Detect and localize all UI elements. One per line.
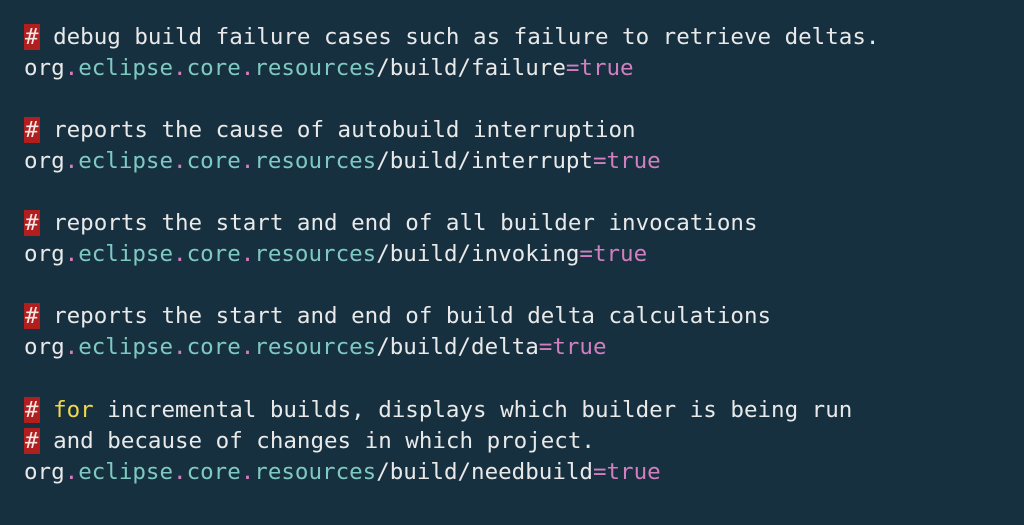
comment-hash: # [24, 303, 40, 329]
pkg-root: org [24, 334, 65, 360]
comment-text: reports the start and end of all builder… [40, 210, 758, 236]
code-line: org.eclipse.core.resources/build/needbui… [24, 457, 1000, 488]
equals: = [593, 148, 607, 174]
dot: . [241, 55, 255, 81]
code-line: org.eclipse.core.resources/build/failure… [24, 53, 1000, 84]
code-line: # reports the start and end of build del… [24, 301, 1000, 332]
pkg-segment: core [187, 334, 241, 360]
comment-hash: # [24, 117, 40, 143]
dot: . [241, 148, 255, 174]
code-line [24, 364, 1000, 395]
comment-hash: # [24, 397, 40, 423]
dot: . [65, 241, 79, 267]
dot: . [65, 334, 79, 360]
pkg-segment: eclipse [78, 148, 173, 174]
code-line: org.eclipse.core.resources/build/invokin… [24, 239, 1000, 270]
slash: / [376, 334, 390, 360]
slash: / [458, 334, 472, 360]
pkg-segment: resources [254, 334, 376, 360]
code-line [24, 270, 1000, 301]
slash: / [458, 459, 472, 485]
slash: / [376, 55, 390, 81]
pkg-segment: resources [254, 459, 376, 485]
comment-hash: # [24, 24, 40, 50]
code-line [24, 177, 1000, 208]
comment-hash: # [24, 428, 40, 454]
prop-value: true [552, 334, 606, 360]
pkg-segment: core [187, 148, 241, 174]
pkg-root: org [24, 459, 65, 485]
pkg-segment: core [187, 241, 241, 267]
code-line [24, 84, 1000, 115]
dot: . [65, 459, 79, 485]
slash: / [376, 241, 390, 267]
path-segment: failure [471, 55, 566, 81]
path-segment: build [390, 55, 458, 81]
code-line: # and because of changes in which projec… [24, 426, 1000, 457]
pkg-segment: resources [254, 55, 376, 81]
code-line: org.eclipse.core.resources/build/delta=t… [24, 332, 1000, 363]
equals: = [539, 334, 553, 360]
pkg-segment: eclipse [78, 241, 173, 267]
path-segment: interrupt [471, 148, 593, 174]
keyword-for: for [53, 397, 94, 423]
pkg-root: org [24, 55, 65, 81]
pkg-segment: resources [254, 241, 376, 267]
pkg-segment: core [187, 459, 241, 485]
comment-text: reports the start and end of build delta… [40, 303, 772, 329]
slash: / [458, 55, 472, 81]
dot: . [173, 241, 187, 267]
path-segment: delta [471, 334, 539, 360]
code-line: org.eclipse.core.resources/build/interru… [24, 146, 1000, 177]
slash: / [376, 459, 390, 485]
comment-text: debug build failure cases such as failur… [40, 24, 880, 50]
comment-text: and because of changes in which project. [40, 428, 595, 454]
path-segment: invoking [471, 241, 579, 267]
slash: / [376, 148, 390, 174]
prop-value: true [607, 459, 661, 485]
code-line: # debug build failure cases such as fail… [24, 22, 1000, 53]
pkg-segment: eclipse [78, 55, 173, 81]
dot: . [173, 55, 187, 81]
path-segment: build [390, 148, 458, 174]
dot: . [173, 148, 187, 174]
path-segment: build [390, 241, 458, 267]
equals: = [566, 55, 580, 81]
dot: . [241, 241, 255, 267]
path-segment: needbuild [471, 459, 593, 485]
comment-text: incremental builds, displays which build… [94, 397, 853, 423]
dot: . [173, 459, 187, 485]
slash: / [458, 241, 472, 267]
pkg-root: org [24, 148, 65, 174]
comment-text [40, 397, 54, 423]
prop-value: true [593, 241, 647, 267]
pkg-segment: eclipse [78, 459, 173, 485]
dot: . [241, 459, 255, 485]
prop-value: true [607, 148, 661, 174]
pkg-segment: resources [254, 148, 376, 174]
equals: = [579, 241, 593, 267]
slash: / [458, 148, 472, 174]
dot: . [65, 148, 79, 174]
prop-value: true [579, 55, 633, 81]
dot: . [241, 334, 255, 360]
code-line: # reports the start and end of all build… [24, 208, 1000, 239]
dot: . [173, 334, 187, 360]
equals: = [593, 459, 607, 485]
pkg-root: org [24, 241, 65, 267]
code-line: # reports the cause of autobuild interru… [24, 115, 1000, 146]
pkg-segment: core [187, 55, 241, 81]
code-editor[interactable]: # debug build failure cases such as fail… [0, 0, 1024, 488]
path-segment: build [390, 334, 458, 360]
comment-text: reports the cause of autobuild interrupt… [40, 117, 636, 143]
code-line: # for incremental builds, displays which… [24, 395, 1000, 426]
dot: . [65, 55, 79, 81]
comment-hash: # [24, 210, 40, 236]
path-segment: build [390, 459, 458, 485]
pkg-segment: eclipse [78, 334, 173, 360]
